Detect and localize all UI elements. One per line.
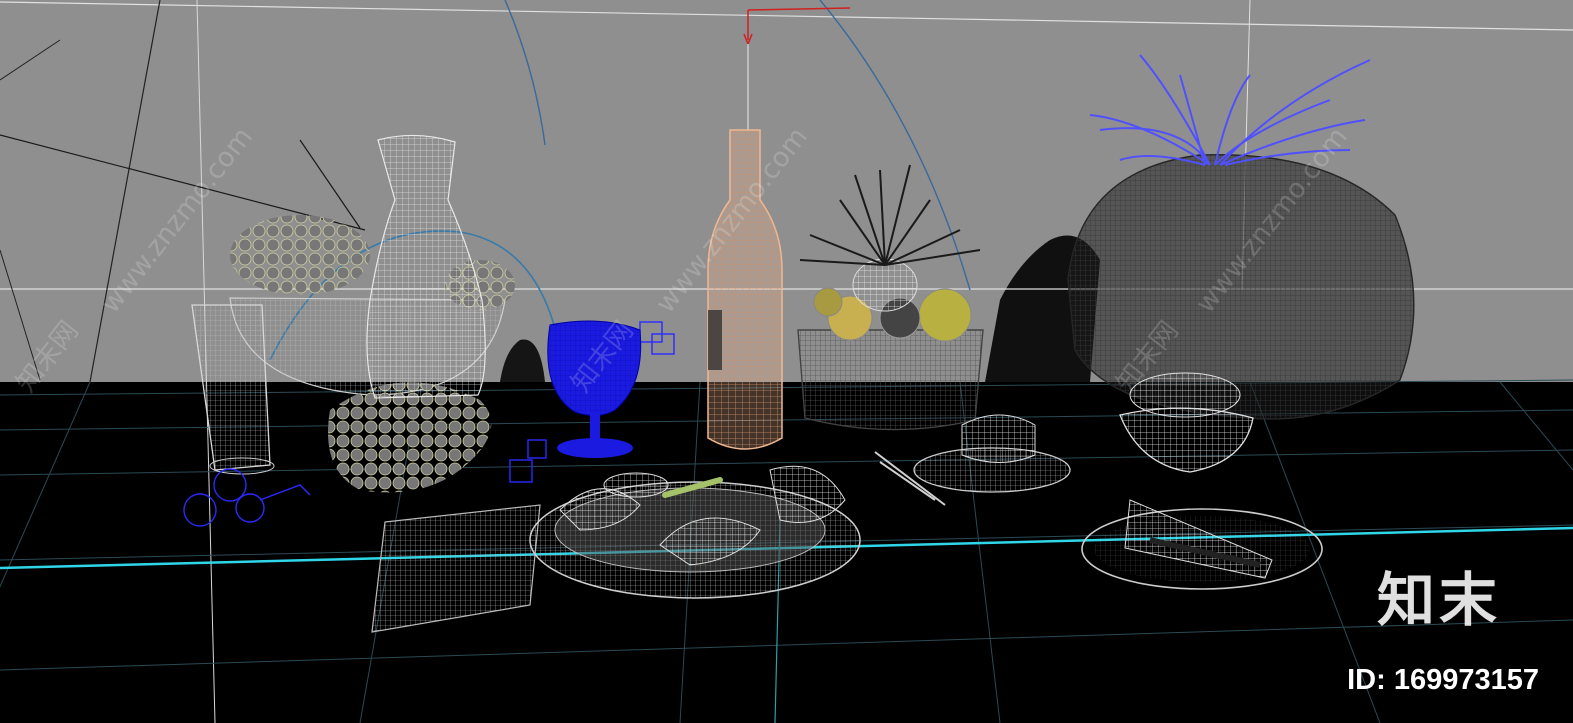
3d-viewport[interactable]: www.znzmo.com www.znzmo.com www.znzmo.co… bbox=[0, 0, 1573, 723]
asset-id-label: ID: 169973157 bbox=[1347, 664, 1539, 696]
scene-canvas[interactable] bbox=[0, 0, 1573, 723]
brand-logo: 知末 bbox=[1376, 566, 1501, 634]
